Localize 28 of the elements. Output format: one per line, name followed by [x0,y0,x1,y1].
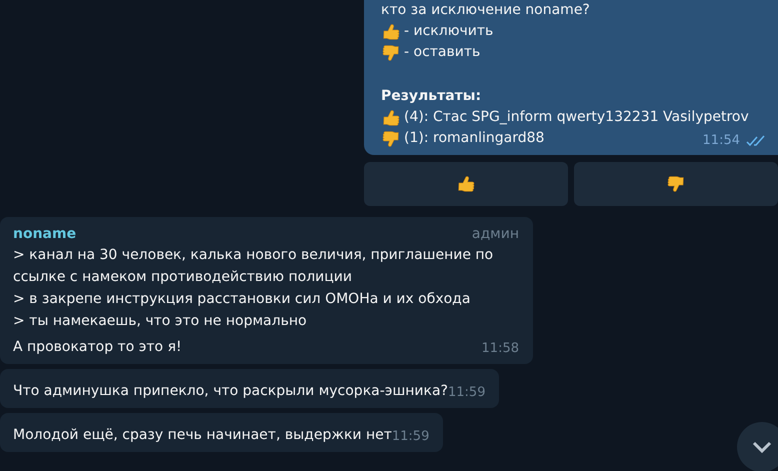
message-time: 11:59 [392,428,430,446]
thumbs-down-icon [666,174,686,194]
message-text: > ты намекаешь, что это не нормально [13,312,308,331]
scroll-down-button[interactable] [737,422,778,471]
message-time: 11:58 [482,340,519,358]
message-time: 11:59 [448,384,486,402]
message-line: (4): Стас SPG_inform qwerty132231 Vasilypetrov [404,108,749,127]
role-label: админ [472,225,519,244]
results-heading: Результаты: [381,87,482,106]
message-line: (1): romanlingard88 [404,129,544,148]
thumbs-up-button[interactable] [364,162,568,206]
thumbs-down-button[interactable] [574,162,778,206]
message-time: 11:54 [702,133,740,148]
sender-name: noname [13,225,76,244]
message-text: > канал на 30 человек, калька нового величия, приглашение по ссылке с намеком противодействию полиции [13,246,494,287]
message-line: кто за исключение noname? [381,1,590,20]
message-text: > в закрепе инструкция расстановки сил ОМОНа и их обхода [13,290,472,309]
thumbs-up-icon [381,108,401,128]
message-line: - оставить [404,43,480,62]
thumbs-down-icon [381,128,401,148]
thumbs-down-icon [381,42,401,62]
message-line: - исключить [404,22,494,41]
thumbs-up-icon [381,22,401,42]
message-text: А провокатор то это я! [13,338,182,357]
chevron-down-icon [752,441,772,453]
thumbs-up-icon [456,174,476,194]
message-text: Молодой ещё, сразу печь начинает, выдержки нет [13,426,392,445]
message-text: Что админушка припекло, что раскрыли мусорка-эшника? [13,382,448,401]
